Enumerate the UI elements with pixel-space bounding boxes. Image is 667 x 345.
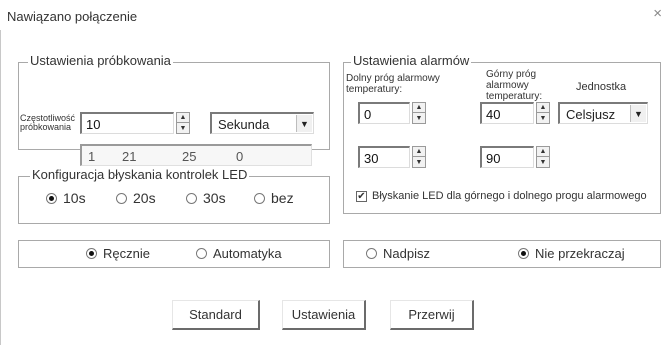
radio-icon[interactable] bbox=[518, 248, 529, 259]
chevron-down-icon[interactable]: ▼ bbox=[630, 105, 646, 122]
led-radio-10s[interactable]: 10s bbox=[46, 190, 86, 206]
mode-radio-label: Ręcznie bbox=[103, 246, 150, 261]
spin-down-icon[interactable]: ▼ bbox=[413, 157, 425, 167]
led-radio-none[interactable]: bez bbox=[254, 190, 294, 206]
led-radio-label: 20s bbox=[133, 190, 156, 206]
temp-unit-select[interactable]: Celsjusz ▼ bbox=[558, 102, 648, 124]
led-alarm-checkbox[interactable]: ✔ Błyskanie LED dla górnego i dolnego pr… bbox=[356, 190, 647, 202]
overwrite-radio-overwrite[interactable]: Nadpisz bbox=[366, 246, 430, 261]
overwrite-radio-label: Nadpisz bbox=[383, 246, 430, 261]
readout-value-1: 1 bbox=[88, 149, 96, 164]
mode-group bbox=[18, 240, 330, 268]
cancel-button[interactable]: Przerwij bbox=[390, 300, 474, 330]
overwrite-radio-label: Nie przekraczaj bbox=[535, 246, 625, 261]
spin-up-icon[interactable]: ▲ bbox=[413, 147, 425, 157]
low-alarm-2-input[interactable]: 30 bbox=[358, 146, 410, 168]
temp-unit-value: Celsjusz bbox=[566, 107, 616, 122]
freq-spinner[interactable]: ▲ ▼ bbox=[176, 112, 190, 134]
readout-value-3: 25 bbox=[182, 149, 197, 164]
led-radio-label: 10s bbox=[63, 190, 86, 206]
high-temp-label-2: alarmowy bbox=[486, 80, 529, 91]
led-radio-20s[interactable]: 20s bbox=[116, 190, 156, 206]
radio-icon[interactable] bbox=[366, 248, 377, 259]
alarms-legend: Ustawienia alarmów bbox=[351, 53, 472, 68]
low-temp-spinner[interactable]: ▲ ▼ bbox=[412, 102, 426, 124]
spin-down-icon[interactable]: ▼ bbox=[177, 123, 189, 133]
freq-label-2: próbkowania bbox=[20, 122, 72, 132]
spin-down-icon[interactable]: ▼ bbox=[413, 113, 425, 123]
led-alarm-label: Błyskanie LED dla górnego i dolnego prog… bbox=[372, 190, 647, 202]
freq-input[interactable]: 10 bbox=[80, 112, 174, 134]
readout-value-4: 0 bbox=[236, 149, 244, 164]
readout-value-2: 21 bbox=[122, 149, 137, 164]
spin-up-icon[interactable]: ▲ bbox=[177, 113, 189, 123]
led-radio-label: bez bbox=[271, 190, 294, 206]
chevron-down-icon[interactable]: ▼ bbox=[296, 115, 312, 132]
radio-icon[interactable] bbox=[254, 192, 265, 204]
sampling-legend: Ustawienia próbkowania bbox=[28, 53, 173, 68]
radio-icon[interactable] bbox=[186, 192, 197, 204]
spin-down-icon[interactable]: ▼ bbox=[537, 157, 549, 167]
low-temp-input[interactable]: 0 bbox=[358, 102, 410, 124]
radio-icon[interactable] bbox=[46, 192, 57, 204]
high-temp-spinner[interactable]: ▲ ▼ bbox=[536, 102, 550, 124]
led-radio-30s[interactable]: 30s bbox=[186, 190, 226, 206]
spin-up-icon[interactable]: ▲ bbox=[413, 103, 425, 113]
overwrite-radio-no-exceed[interactable]: Nie przekraczaj bbox=[518, 246, 625, 261]
window-title: Nawiązano połączenie bbox=[7, 9, 138, 24]
mode-radio-auto[interactable]: Automatyka bbox=[196, 246, 282, 261]
spin-up-icon[interactable]: ▲ bbox=[537, 147, 549, 157]
led-legend: Konfiguracja błyskania kontrolek LED bbox=[30, 167, 250, 182]
led-radio-label: 30s bbox=[203, 190, 226, 206]
high-alarm-2-spinner[interactable]: ▲ ▼ bbox=[536, 146, 550, 168]
high-alarm-2-input[interactable]: 90 bbox=[480, 146, 534, 168]
low-temp-label-1: Dolny próg alarmowy bbox=[346, 73, 440, 84]
radio-icon[interactable] bbox=[196, 248, 207, 259]
mode-radio-label: Automatyka bbox=[213, 246, 282, 261]
high-temp-label-1: Górny próg bbox=[486, 69, 537, 80]
low-temp-label-2: temperatury: bbox=[346, 84, 403, 95]
close-icon[interactable]: × bbox=[653, 5, 662, 22]
sampling-unit-value: Sekunda bbox=[218, 117, 270, 132]
window-border bbox=[0, 30, 1, 345]
radio-icon[interactable] bbox=[116, 192, 127, 204]
high-temp-input[interactable]: 40 bbox=[480, 102, 534, 124]
spin-up-icon[interactable]: ▲ bbox=[537, 103, 549, 113]
low-alarm-2-spinner[interactable]: ▲ ▼ bbox=[412, 146, 426, 168]
checkmark-icon[interactable]: ✔ bbox=[356, 190, 367, 202]
sampling-unit-select[interactable]: Sekunda ▼ bbox=[210, 112, 314, 134]
radio-icon[interactable] bbox=[86, 248, 97, 259]
sampling-readout: 1 21 25 0 bbox=[80, 144, 312, 166]
spin-down-icon[interactable]: ▼ bbox=[537, 113, 549, 123]
sampling-group bbox=[18, 62, 330, 150]
unit-label: Jednostka bbox=[576, 81, 627, 93]
standard-button[interactable]: Standard bbox=[172, 300, 260, 330]
high-temp-label-3: temperatury: bbox=[486, 91, 543, 102]
mode-radio-manual[interactable]: Ręcznie bbox=[86, 246, 150, 261]
settings-button[interactable]: Ustawienia bbox=[282, 300, 366, 330]
